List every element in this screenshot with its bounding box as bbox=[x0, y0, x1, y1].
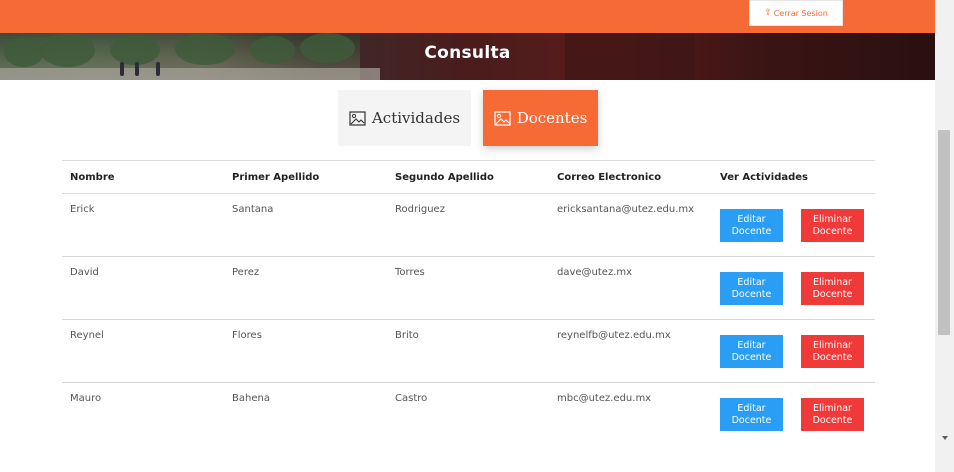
cell-primer-apellido: Bahena bbox=[232, 393, 270, 404]
edit-docente-button[interactable]: Editar Docente bbox=[720, 398, 783, 431]
cell-primer-apellido: Perez bbox=[224, 256, 387, 320]
table-row: David Perez Torres dave@utez.mx Editar D… bbox=[62, 256, 875, 320]
cell-actions: Editar Docente Eliminar Docente bbox=[712, 256, 875, 320]
scrollbar-thumb[interactable] bbox=[938, 130, 950, 335]
table-row: Mauro Bahena Castro mbc@utez.edu.mx Edit… bbox=[62, 383, 875, 446]
cell-actions: Editar Docente Eliminar Docente bbox=[712, 383, 875, 446]
image-icon bbox=[494, 110, 511, 126]
cell-actions: Editar Docente Eliminar Docente bbox=[712, 319, 875, 383]
cell-nombre: David bbox=[62, 256, 224, 320]
cell-segundo-apellido: Torres bbox=[387, 256, 549, 320]
page: ⇪ Cerrar Sesion Consulta Actividades Doc… bbox=[0, 0, 935, 472]
delete-docente-button[interactable]: Eliminar Docente bbox=[801, 335, 864, 368]
scroll-down-arrow-icon[interactable] bbox=[942, 436, 948, 440]
top-bar: ⇪ Cerrar Sesion bbox=[0, 0, 935, 33]
header-segundo-apellido: Segundo Apellido bbox=[387, 160, 549, 194]
header-ver-actividades: Ver Actividades bbox=[712, 160, 875, 194]
edit-docente-button[interactable]: Editar Docente bbox=[720, 209, 783, 242]
image-icon bbox=[349, 110, 366, 126]
logout-label: Cerrar Sesion bbox=[773, 8, 828, 18]
table-row: Erick Santana Rodriguez ericksantana@ute… bbox=[62, 193, 875, 257]
table-row: Reynel Flores Brito reynelfb@utez.edu.mx… bbox=[62, 319, 875, 383]
delete-docente-button[interactable]: Eliminar Docente bbox=[801, 398, 864, 431]
cell-correo: reynelfb@utez.edu.mx bbox=[549, 319, 712, 383]
tab-docentes[interactable]: Docentes bbox=[483, 90, 598, 146]
header-correo: Correo Electronico bbox=[549, 160, 712, 194]
cell-segundo-apellido: Brito bbox=[387, 319, 549, 383]
table-header-row: Nombre Primer Apellido Segundo Apellido … bbox=[62, 160, 875, 194]
cell-actions: Editar Docente Eliminar Docente bbox=[712, 193, 875, 257]
cell-primer-apellido: Santana bbox=[224, 193, 387, 257]
cell-correo: mbc@utez.edu.mx bbox=[557, 393, 652, 404]
header-primer-apellido: Primer Apellido bbox=[224, 160, 387, 194]
cell-segundo-apellido: Rodriguez bbox=[387, 193, 549, 257]
cell-nombre: Reynel bbox=[62, 319, 224, 383]
tab-docentes-label: Docentes bbox=[516, 109, 588, 127]
delete-docente-button[interactable]: Eliminar Docente bbox=[801, 209, 864, 242]
tab-actividades-label: Actividades bbox=[371, 109, 461, 127]
tab-actividades[interactable]: Actividades bbox=[338, 90, 471, 146]
banner: Consulta bbox=[0, 33, 935, 80]
delete-docente-button[interactable]: Eliminar Docente bbox=[801, 272, 864, 305]
cell-correo: dave@utez.mx bbox=[549, 256, 712, 320]
cell-nombre: Erick bbox=[62, 193, 224, 257]
cell-nombre: Mauro bbox=[70, 393, 102, 404]
vertical-scrollbar[interactable] bbox=[935, 0, 954, 472]
cell-primer-apellido: Flores bbox=[224, 319, 387, 383]
page-title: Consulta bbox=[424, 43, 511, 63]
docentes-table: Nombre Primer Apellido Segundo Apellido … bbox=[62, 160, 875, 446]
logout-icon: ⇪ bbox=[764, 7, 772, 18]
edit-docente-button[interactable]: Editar Docente bbox=[720, 272, 783, 305]
logout-button[interactable]: ⇪ Cerrar Sesion bbox=[749, 0, 843, 26]
edit-docente-button[interactable]: Editar Docente bbox=[720, 335, 783, 368]
header-nombre: Nombre bbox=[62, 160, 224, 194]
cell-correo: ericksantana@utez.edu.mx bbox=[549, 193, 712, 257]
cell-segundo-apellido: Castro bbox=[395, 393, 428, 404]
tab-bar: Actividades Docentes bbox=[338, 90, 598, 146]
